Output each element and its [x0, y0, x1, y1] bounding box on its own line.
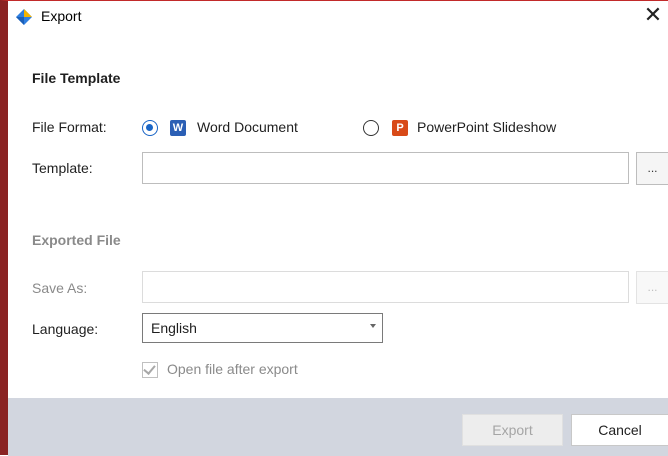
- word-document-label[interactable]: Word Document: [197, 119, 298, 135]
- language-select[interactable]: English: [142, 313, 383, 343]
- powerpoint-icon: P: [392, 120, 408, 136]
- chevron-down-icon: [370, 324, 376, 328]
- word-icon: W: [170, 120, 186, 136]
- save-as-label: Save As:: [32, 280, 88, 296]
- dialog-footer: [8, 398, 668, 456]
- window-title: Export: [41, 8, 82, 24]
- file-template-heading: File Template: [32, 70, 121, 86]
- export-dialog: Export ✕ File Template File Format: W Wo…: [0, 0, 668, 456]
- checkmark-icon: [143, 362, 156, 375]
- title-bar: Export ✕: [8, 1, 668, 31]
- file-format-label: File Format:: [32, 119, 107, 135]
- diamond-app-icon: [16, 9, 32, 25]
- template-browse-button[interactable]: ...: [636, 152, 668, 185]
- language-label: Language:: [32, 321, 99, 337]
- template-label: Template:: [32, 160, 93, 176]
- template-input[interactable]: [142, 152, 629, 184]
- language-value: English: [151, 320, 197, 336]
- close-icon: ✕: [643, 2, 663, 27]
- exported-file-heading: Exported File: [32, 232, 121, 248]
- export-button[interactable]: Export: [462, 414, 563, 446]
- word-document-radio[interactable]: [142, 120, 158, 136]
- close-button[interactable]: ✕: [640, 2, 666, 28]
- open-after-export-checkbox[interactable]: [142, 362, 158, 378]
- save-as-browse-button[interactable]: ...: [636, 271, 668, 304]
- powerpoint-radio[interactable]: [363, 120, 379, 136]
- powerpoint-label[interactable]: PowerPoint Slideshow: [417, 119, 556, 135]
- open-after-export-label[interactable]: Open file after export: [167, 361, 298, 377]
- save-as-input[interactable]: [142, 271, 629, 303]
- cancel-button[interactable]: Cancel: [571, 414, 668, 446]
